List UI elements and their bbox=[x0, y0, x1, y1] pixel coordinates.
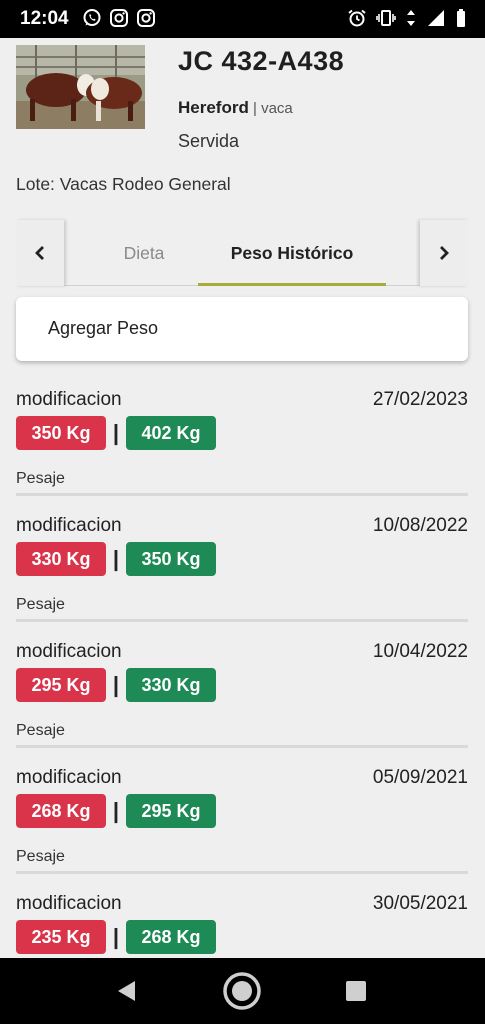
record-date: 27/02/2023 bbox=[372, 389, 468, 410]
record-divider bbox=[16, 745, 468, 748]
instagram-icon bbox=[110, 9, 128, 27]
weight-record: modificacion 05/09/2021 268 Kg | 295 Kg … bbox=[16, 767, 468, 877]
breed-line: Hereford | vaca bbox=[178, 98, 293, 118]
weight-record: modificacion 30/05/2021 235 Kg | 268 Kg bbox=[16, 893, 468, 958]
status-bar: 12:04 bbox=[0, 0, 485, 38]
data-arrows-icon bbox=[407, 10, 415, 26]
new-weight-badge: 330 Kg bbox=[126, 668, 216, 702]
animal-type: vaca bbox=[261, 100, 293, 117]
tab-scroll-left-button[interactable] bbox=[16, 220, 64, 286]
record-kind: modificacion bbox=[16, 893, 122, 914]
breed-separator: | bbox=[248, 100, 262, 117]
animal-tag: JC 432-A438 bbox=[178, 46, 345, 76]
weight-record: modificacion 27/02/2023 350 Kg | 402 Kg … bbox=[16, 389, 468, 499]
navigation-bar bbox=[0, 958, 485, 1024]
tab-peso-historico[interactable]: Peso Histórico bbox=[198, 220, 386, 286]
animal-photo bbox=[16, 45, 145, 129]
weight-separator: | bbox=[112, 546, 120, 571]
previous-weight-badge: 295 Kg bbox=[16, 668, 106, 702]
animal-status: Servida bbox=[178, 131, 240, 151]
record-divider bbox=[16, 871, 468, 874]
animal-lote: Lote: Vacas Rodeo General bbox=[16, 174, 231, 194]
add-weight-label: Agregar Peso bbox=[48, 318, 159, 338]
record-type: Pesaje bbox=[16, 596, 65, 613]
weight-record: modificacion 10/04/2022 295 Kg | 330 Kg … bbox=[16, 641, 468, 751]
vibrate-icon bbox=[376, 10, 396, 26]
weight-separator: | bbox=[112, 420, 120, 445]
previous-weight-badge: 330 Kg bbox=[16, 542, 106, 576]
alarm-icon bbox=[348, 9, 366, 27]
instagram-icon bbox=[137, 9, 155, 27]
record-date: 10/04/2022 bbox=[372, 641, 468, 662]
animal-breed: Hereford bbox=[178, 98, 249, 117]
previous-weight-badge: 235 Kg bbox=[16, 920, 106, 954]
weight-separator: | bbox=[112, 798, 120, 823]
back-icon bbox=[118, 981, 135, 1001]
tab-bar: Dieta Peso Histórico bbox=[16, 220, 468, 286]
weight-separator: | bbox=[112, 924, 120, 949]
record-divider bbox=[16, 493, 468, 496]
tab-dieta[interactable]: Dieta bbox=[98, 220, 190, 286]
new-weight-badge: 350 Kg bbox=[126, 542, 216, 576]
record-divider bbox=[16, 619, 468, 622]
record-kind: modificacion bbox=[16, 389, 122, 410]
tab-scroll-right-button[interactable] bbox=[420, 220, 468, 286]
weight-record: modificacion 10/08/2022 330 Kg | 350 Kg … bbox=[16, 515, 468, 625]
back-button[interactable] bbox=[96, 958, 156, 1024]
record-type: Pesaje bbox=[16, 470, 65, 487]
signal-icon bbox=[428, 10, 444, 26]
record-date: 05/09/2021 bbox=[372, 767, 468, 788]
chevron-right-icon bbox=[440, 246, 449, 260]
previous-weight-badge: 350 Kg bbox=[16, 416, 106, 450]
recents-icon bbox=[346, 981, 366, 1001]
recents-button[interactable] bbox=[326, 958, 386, 1024]
add-weight-button[interactable]: Agregar Peso bbox=[16, 297, 468, 361]
battery-icon bbox=[457, 9, 465, 27]
previous-weight-badge: 268 Kg bbox=[16, 794, 106, 828]
record-date: 10/08/2022 bbox=[372, 515, 468, 536]
new-weight-badge: 268 Kg bbox=[126, 920, 216, 954]
new-weight-badge: 295 Kg bbox=[126, 794, 216, 828]
record-date: 30/05/2021 bbox=[372, 893, 468, 914]
record-kind: modificacion bbox=[16, 767, 122, 788]
home-button[interactable] bbox=[212, 958, 272, 1024]
weight-separator: | bbox=[112, 672, 120, 697]
chevron-left-icon bbox=[35, 246, 44, 260]
record-type: Pesaje bbox=[16, 848, 65, 865]
status-time: 12:04 bbox=[20, 8, 69, 29]
record-kind: modificacion bbox=[16, 515, 122, 536]
home-icon bbox=[223, 972, 261, 1010]
record-kind: modificacion bbox=[16, 641, 122, 662]
record-type: Pesaje bbox=[16, 722, 65, 739]
whatsapp-icon bbox=[83, 9, 101, 26]
new-weight-badge: 402 Kg bbox=[126, 416, 216, 450]
